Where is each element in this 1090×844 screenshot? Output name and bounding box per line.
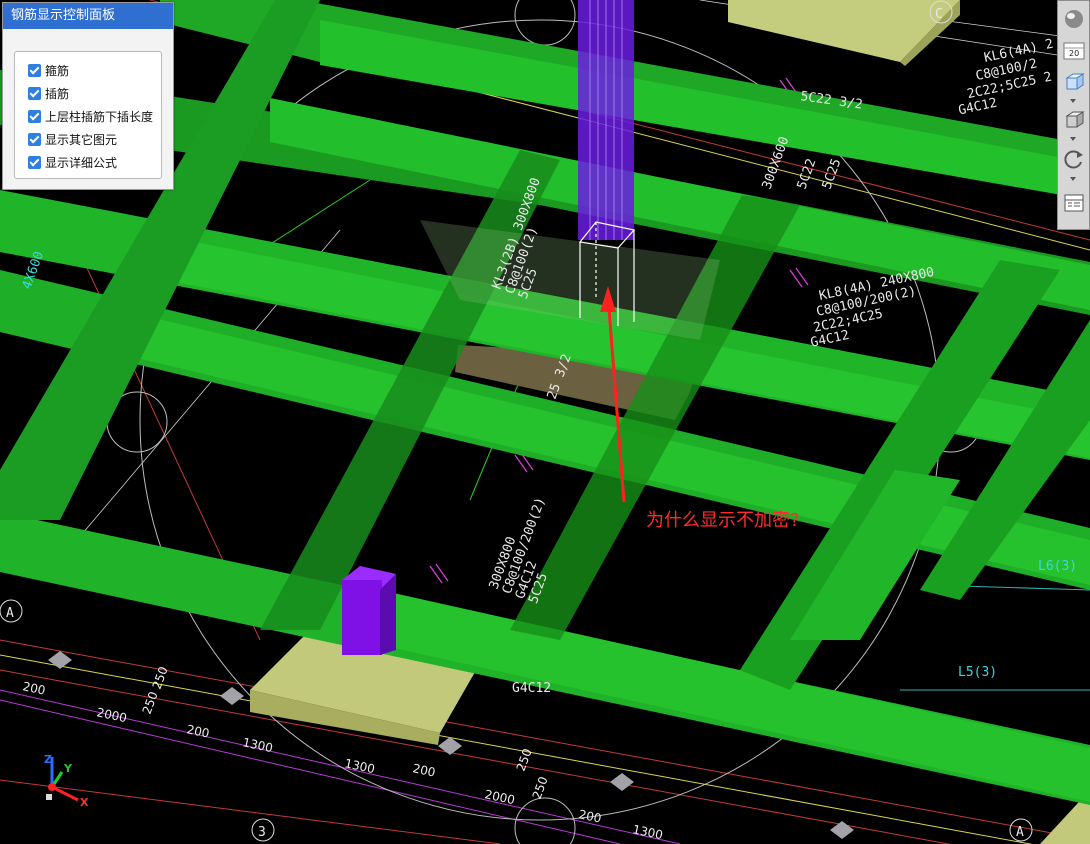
- cube-view-button[interactable]: [1060, 69, 1087, 93]
- option-show-detailed-formula[interactable]: 显示详细公式: [28, 152, 117, 172]
- floor-button[interactable]: 20: [1060, 39, 1087, 63]
- label-l5: L5(3): [958, 665, 997, 680]
- checkbox-upper-dowel-length[interactable]: [28, 109, 41, 123]
- rebar-display-control-panel[interactable]: 钢筋显示控制面板 箍筋 插筋 上层柱插筋下插长度 显示其它图元 显示详细公式: [2, 2, 174, 190]
- rotate-icon: [1063, 150, 1083, 169]
- option-stirrup-label: 箍筋: [45, 63, 70, 78]
- axis-y-label: Y: [63, 762, 73, 775]
- label-l6: L6(3): [1038, 559, 1077, 574]
- axis-label-a-left: A: [6, 606, 14, 621]
- option-dowel[interactable]: 插筋: [28, 83, 69, 103]
- render-sphere-icon: [1064, 10, 1083, 28]
- rotate-dropdown-icon[interactable]: [1070, 177, 1076, 181]
- panel-title[interactable]: 钢筋显示控制面板: [3, 3, 173, 29]
- cube-view-icon: [1064, 73, 1085, 90]
- floor-label: 20: [1069, 49, 1080, 58]
- checkbox-stirrup[interactable]: [28, 63, 41, 77]
- axis-z-label: Z: [44, 753, 52, 766]
- checkbox-show-other-elements[interactable]: [28, 132, 41, 146]
- cube-view-dropdown-icon[interactable]: [1070, 99, 1076, 103]
- annotation-text: 为什么显示不加密?: [646, 510, 800, 531]
- grid-settings-icon: [1064, 194, 1083, 212]
- column-lower[interactable]: [342, 566, 396, 655]
- label-g4c12: G4C12: [512, 681, 551, 696]
- checkbox-dowel[interactable]: [28, 86, 41, 100]
- option-dowel-label: 插筋: [45, 86, 70, 101]
- panel-options-box: 箍筋 插筋 上层柱插筋下插长度 显示其它图元 显示详细公式: [14, 51, 162, 179]
- option-stirrup[interactable]: 箍筋: [28, 60, 69, 80]
- option-upper-dowel-length[interactable]: 上层柱插筋下插长度: [28, 106, 153, 126]
- box-view-dropdown-icon[interactable]: [1070, 137, 1076, 141]
- axis-label-a-right: A: [1016, 825, 1024, 840]
- axis-label-c: C: [935, 7, 943, 22]
- column-upper[interactable]: [578, 0, 634, 240]
- option-upper-dowel-length-label: 上层柱插筋下插长度: [45, 109, 154, 124]
- option-show-detailed-formula-label: 显示详细公式: [45, 155, 118, 170]
- rotate-button[interactable]: [1060, 147, 1087, 171]
- option-show-other-elements[interactable]: 显示其它图元: [28, 129, 117, 149]
- option-show-other-elements-label: 显示其它图元: [45, 132, 118, 147]
- render-sphere-button[interactable]: [1060, 7, 1087, 31]
- checkbox-show-detailed-formula[interactable]: [28, 155, 41, 169]
- axis-label-3: 3: [258, 825, 266, 840]
- grid-settings-button[interactable]: [1060, 191, 1087, 215]
- axis-x-label: X: [80, 796, 89, 809]
- box-view-icon: [1064, 111, 1085, 128]
- view-toolbar: 20: [1057, 0, 1090, 230]
- box-view-button[interactable]: [1060, 107, 1087, 131]
